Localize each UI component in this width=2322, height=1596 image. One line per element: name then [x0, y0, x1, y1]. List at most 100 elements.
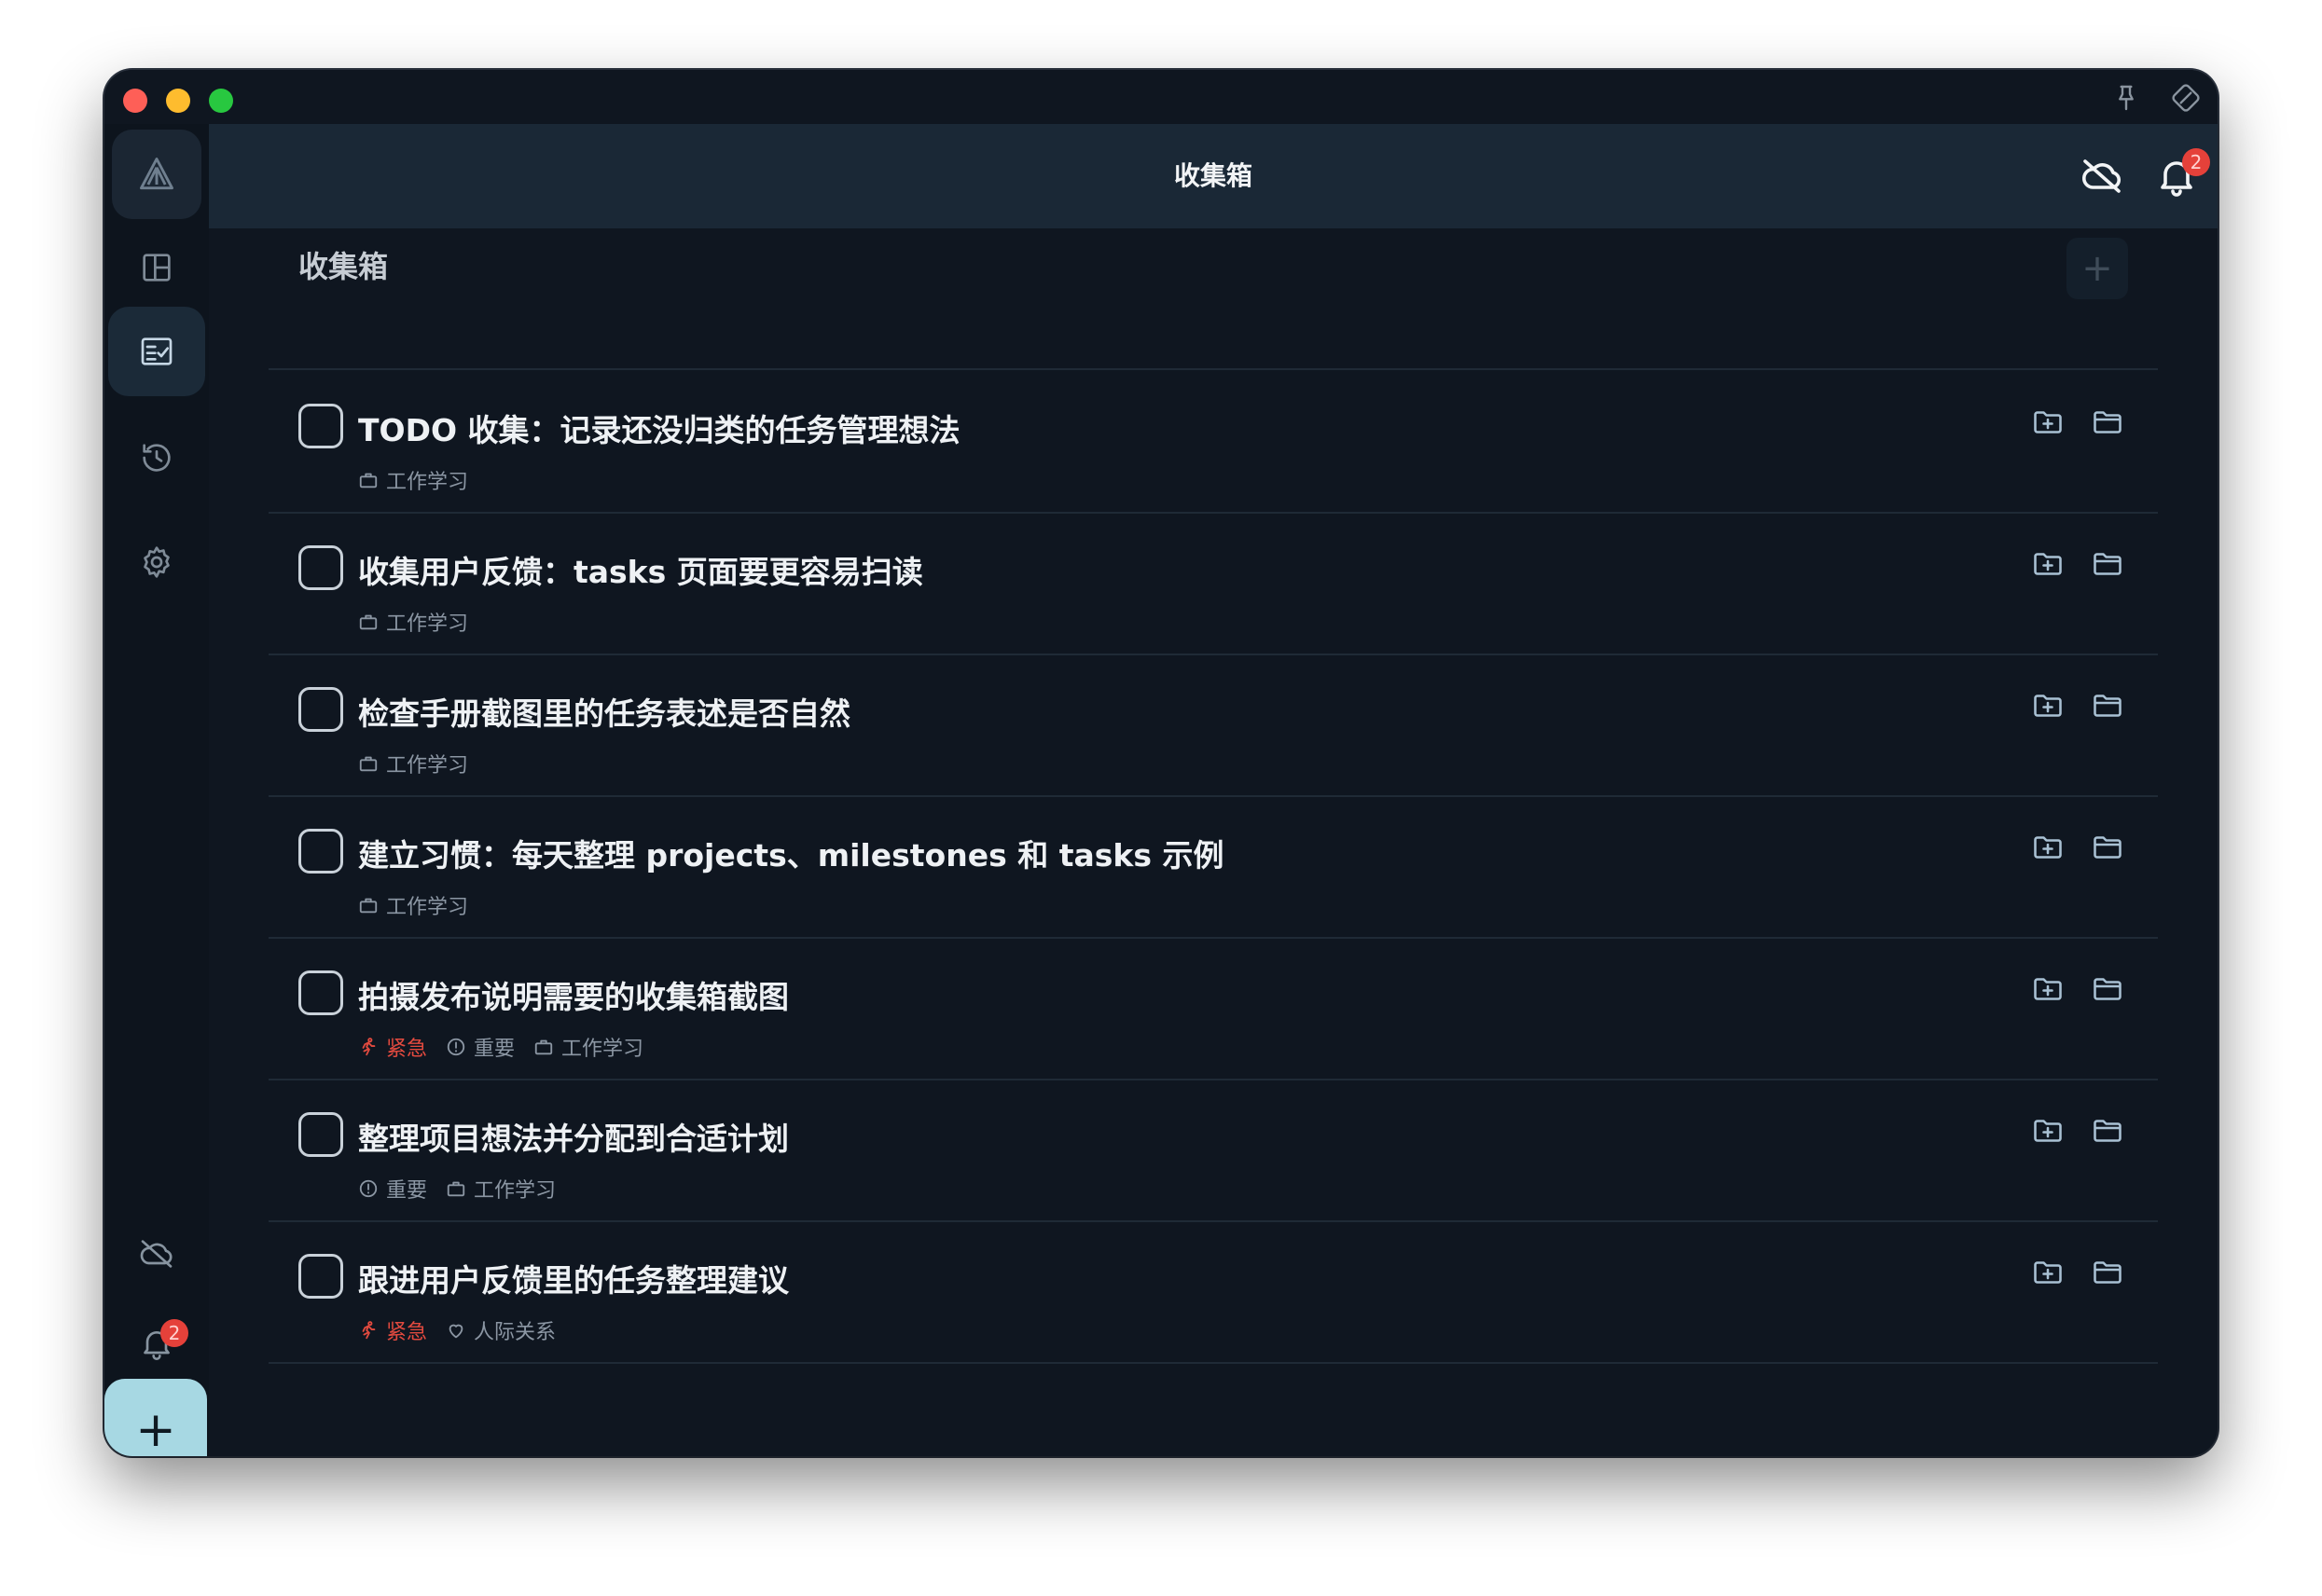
task-actions [2031, 406, 2124, 439]
sidebar-sync-status[interactable] [108, 1209, 205, 1299]
task-row[interactable]: 检查手册截图里的任务表述是否自然工作学习 [269, 654, 2158, 795]
task-row[interactable]: 收集用户反馈：tasks 页面要更容易扫读工作学习 [269, 512, 2158, 654]
alert-circle-icon [446, 1037, 466, 1057]
header: 收集箱 2 [209, 124, 2218, 228]
task-actions [2031, 547, 2124, 581]
add-task-button[interactable]: + [104, 1379, 207, 1456]
task-row[interactable]: 整理项目想法并分配到合适计划重要 工作学习 [269, 1079, 2158, 1220]
gear-icon [144, 546, 170, 578]
task-checkbox[interactable] [298, 829, 343, 874]
task-tag-label: 工作学习 [386, 896, 469, 919]
briefcase-icon [533, 1037, 554, 1057]
folder-icon[interactable] [2091, 406, 2124, 439]
add-item-button[interactable]: + [2066, 238, 2128, 299]
sidebar-item-history[interactable] [108, 413, 205, 502]
sidebar-item-inbox[interactable] [108, 307, 205, 396]
task-row[interactable]: 拍摄发布说明需要的收集箱截图紧急 重要 工作学习 [269, 937, 2158, 1079]
task-tag-label: 工作学习 [386, 754, 469, 777]
sidebar-item-dashboard[interactable] [108, 223, 205, 312]
task-tag-urgent: 紧急 [358, 1032, 427, 1062]
move-to-folder-icon[interactable] [2031, 689, 2065, 722]
task-actions [2031, 689, 2124, 722]
cloud-off-icon[interactable] [2080, 154, 2124, 199]
briefcase-icon [446, 1178, 466, 1199]
folder-icon[interactable] [2091, 1256, 2124, 1289]
move-to-folder-icon[interactable] [2031, 406, 2065, 439]
task-row[interactable]: 建立习惯：每天整理 projects、milestones 和 tasks 示例… [269, 795, 2158, 937]
task-row[interactable]: TODO 收集：记录还没归类的任务管理想法工作学习 [269, 370, 2158, 512]
task-title[interactable]: 拍摄发布说明需要的收集箱截图 [358, 972, 789, 1017]
notification-badge: 2 [160, 1319, 188, 1347]
task-checkbox[interactable] [298, 1254, 343, 1299]
checklist-icon [141, 337, 173, 365]
task-checkbox[interactable] [298, 970, 343, 1015]
task-title[interactable]: 整理项目想法并分配到合适计划 [358, 1114, 789, 1159]
task-tag-heart: 人际关系 [446, 1315, 556, 1345]
logo-icon [140, 158, 173, 190]
running-icon [358, 1037, 379, 1057]
folder-icon[interactable] [2091, 689, 2124, 722]
task-tag-important: 重要 [358, 1174, 427, 1204]
folder-icon[interactable] [2091, 1114, 2124, 1148]
task-tag-label: 工作学习 [386, 612, 469, 636]
folder-icon[interactable] [2091, 972, 2124, 1006]
cloud-off-icon [140, 1240, 173, 1268]
move-to-folder-icon[interactable] [2031, 831, 2065, 864]
task-checkbox[interactable] [298, 1112, 343, 1157]
task-title[interactable]: TODO 收集：记录还没归类的任务管理想法 [358, 406, 961, 450]
header-notification-badge: 2 [2182, 148, 2210, 176]
task-tags: 重要 工作学习 [358, 1174, 556, 1204]
inbox-panel: 收集箱 + TODO 收集：记录还没归类的任务管理想法 工作学习 收集用户反馈：ta… [209, 228, 2218, 1456]
task-tag-label: 重要 [386, 1179, 428, 1203]
heart-icon [446, 1320, 466, 1341]
compact-mode-icon[interactable] [2171, 83, 2201, 113]
task-actions [2031, 1114, 2124, 1148]
sidebar-item-settings[interactable] [108, 517, 205, 607]
section-title: 收集箱 [298, 249, 389, 284]
task-tag-label: 工作学习 [386, 471, 469, 494]
task-tag-label: 工作学习 [561, 1038, 644, 1061]
folder-icon[interactable] [2091, 547, 2124, 581]
app-logo[interactable] [112, 130, 201, 219]
task-checkbox[interactable] [298, 404, 343, 448]
task-title[interactable]: 跟进用户反馈里的任务整理建议 [358, 1256, 789, 1300]
task-tag-label: 重要 [474, 1038, 516, 1061]
app-window: 2 + 收集箱 2 收集箱 + TODO 收集：记录还没归类的任务管理想法工作学… [104, 70, 2218, 1456]
add-task-label: + [135, 1402, 176, 1456]
close-window-button[interactable] [123, 89, 147, 113]
task-tags: 工作学习 [358, 890, 468, 920]
folder-icon[interactable] [2091, 831, 2124, 864]
task-tag-label: 紧急 [386, 1038, 428, 1061]
pin-icon[interactable] [2111, 83, 2141, 113]
task-divider [269, 1362, 2158, 1364]
move-to-folder-icon[interactable] [2031, 972, 2065, 1006]
running-icon [358, 1320, 379, 1341]
task-title[interactable]: 建立习惯：每天整理 projects、milestones 和 tasks 示例 [358, 831, 1223, 875]
task-checkbox[interactable] [298, 545, 343, 590]
task-tag-important: 重要 [446, 1032, 515, 1062]
task-tag-area: 工作学习 [358, 890, 468, 920]
task-tag-label: 工作学习 [474, 1179, 557, 1203]
move-to-folder-icon[interactable] [2031, 1114, 2065, 1148]
task-actions [2031, 972, 2124, 1006]
task-row[interactable]: 跟进用户反馈里的任务整理建议紧急 人际关系 [269, 1220, 2158, 1362]
task-tag-area: 工作学习 [446, 1174, 556, 1204]
move-to-folder-icon[interactable] [2031, 1256, 2065, 1289]
history-icon [143, 444, 171, 472]
minimize-window-button[interactable] [166, 89, 190, 113]
page-title: 收集箱 [1173, 160, 1252, 191]
task-title[interactable]: 收集用户反馈：tasks 页面要更容易扫读 [358, 547, 923, 592]
task-tags: 工作学习 [358, 465, 468, 495]
task-checkbox[interactable] [298, 687, 343, 732]
task-tags: 工作学习 [358, 607, 468, 637]
task-tags: 紧急 人际关系 [358, 1315, 556, 1345]
task-tag-label: 紧急 [386, 1321, 428, 1344]
maximize-window-button[interactable] [209, 89, 233, 113]
task-title[interactable]: 检查手册截图里的任务表述是否自然 [358, 689, 850, 734]
sidebar-notifications[interactable]: 2 [108, 1299, 205, 1388]
title-bar [104, 70, 2218, 124]
task-actions [2031, 831, 2124, 864]
move-to-folder-icon[interactable] [2031, 547, 2065, 581]
task-tag-area: 工作学习 [358, 749, 468, 778]
layout-icon [143, 254, 171, 282]
